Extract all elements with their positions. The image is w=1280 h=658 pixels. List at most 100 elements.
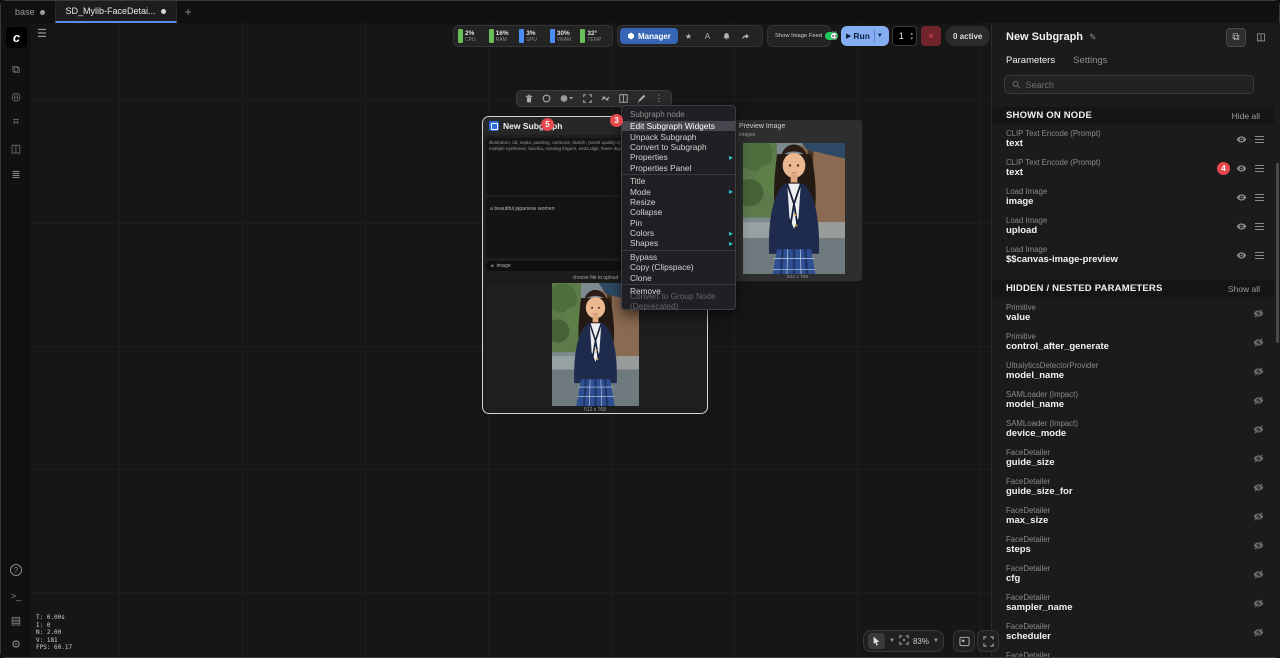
subgraph-view-icon[interactable]: ⧉ [1226,28,1246,47]
bell-icon[interactable] [718,28,735,44]
context-menu-item[interactable]: Clone [622,272,735,282]
zoom-chevron-icon[interactable]: ▼ [933,638,939,644]
parameter-search[interactable] [1004,75,1254,94]
node-library-icon[interactable]: ⌗ [1,111,31,133]
bypass-node-button[interactable] [542,94,551,103]
parameter-row[interactable]: FaceDetailer cfg [992,560,1274,589]
context-menu-item[interactable]: Edit Subgraph Widgets [622,121,735,131]
context-menu-item[interactable]: Bypass [622,252,735,262]
drag-handle[interactable] [1255,223,1264,230]
parameter-row[interactable]: CLIP Text Encode (Prompt) text [992,125,1274,154]
more-options-icon[interactable]: ⋮ [655,93,664,104]
parameter-row[interactable]: FaceDetailer steps [992,531,1274,560]
context-menu-item[interactable]: Copy (Clipspace) [622,262,735,272]
drag-handle[interactable] [1255,165,1264,172]
context-menu-item[interactable]: Mode [622,186,735,196]
star-icon[interactable]: ★ [680,28,697,44]
canvas-menu-icon[interactable]: ☰ [37,27,47,40]
parameter-row[interactable]: Primitive value [992,299,1274,328]
toolbar-drag-handle[interactable] [832,31,838,41]
eye-off-icon[interactable] [1253,540,1264,551]
parameter-row[interactable]: CLIP Text Encode (Prompt) text 4 [992,154,1274,183]
layout-node-button[interactable] [619,94,628,103]
tab-settings[interactable]: Settings [1073,53,1107,68]
eye-off-icon[interactable] [1253,366,1264,377]
fit-view-button[interactable] [899,632,909,650]
eye-icon[interactable] [1236,134,1247,145]
context-menu-item[interactable]: Collapse [622,207,735,217]
context-menu-item[interactable]: Convert to Subgraph [622,142,735,152]
frame-node-button[interactable] [583,94,592,103]
cursor-tool-chevron-icon[interactable]: ▼ [889,638,895,644]
context-menu-item[interactable]: Shapes [622,238,735,248]
eye-off-icon[interactable] [1253,482,1264,493]
context-menu-item[interactable]: Unpack Subgraph [622,131,735,141]
assets-icon[interactable]: ◎ [1,85,31,107]
eye-icon[interactable] [1236,163,1247,174]
context-menu-item[interactable]: Title [622,176,735,186]
workflows-icon[interactable]: ⧉ [1,59,31,81]
terminal-icon[interactable]: >_ [1,585,31,607]
edit-node-button[interactable] [637,94,646,103]
search-input[interactable] [1025,80,1246,90]
parameter-row[interactable]: Load Image upload [992,212,1274,241]
batch-count-steppers[interactable]: ▲▼ [910,31,916,41]
parameter-row[interactable]: SAMLoader (Impact) device_mode [992,415,1274,444]
drag-handle[interactable] [1255,252,1264,259]
eye-icon[interactable] [1236,221,1247,232]
parameter-row[interactable]: SAMLoader (Impact) model_name [992,386,1274,415]
settings-gear-icon[interactable]: ⚙ [1,633,31,655]
node-color-button[interactable] [560,94,574,103]
new-workflow-button[interactable]: + [177,1,200,23]
manager-button[interactable]: Manager [620,28,678,44]
tab-current-workflow[interactable]: SD_Mylib-FaceDetai... [55,1,177,23]
parameter-row[interactable]: FaceDetailer guide_size_for [992,473,1274,502]
eye-off-icon[interactable] [1253,453,1264,464]
interrupt-button[interactable]: × [921,26,941,46]
context-menu-item[interactable]: Properties Panel [622,163,735,173]
convert-node-button[interactable] [601,94,610,103]
font-size-icon[interactable]: A [699,28,716,44]
context-menu-item[interactable]: Properties [622,152,735,162]
share-icon[interactable] [737,28,754,44]
eye-off-icon[interactable] [1253,308,1264,319]
eye-off-icon[interactable] [1253,511,1264,522]
help-icon[interactable]: ? [1,559,31,581]
parameter-row[interactable]: Primitive control_after_generate [992,328,1274,357]
drag-handle[interactable] [1255,136,1264,143]
hide-all-button[interactable]: Hide all [1232,111,1260,121]
eye-off-icon[interactable] [1253,424,1264,435]
run-options-chevron-icon[interactable]: ▼ [877,33,887,39]
tab-base[interactable]: base [5,1,55,23]
eye-icon[interactable] [1236,250,1247,261]
cursor-tool-button[interactable] [868,633,885,649]
show-all-button[interactable]: Show all [1228,284,1260,294]
parameter-row[interactable]: Load Image $$canvas-image-preview [992,241,1274,270]
parameter-row[interactable]: FaceDetailer denoise [992,647,1274,657]
model-library-icon[interactable]: ◫ [1,137,31,159]
parameter-row[interactable]: Load Image image [992,183,1274,212]
context-menu-item[interactable]: Resize [622,197,735,207]
parameter-row[interactable]: FaceDetailer scheduler [992,618,1274,647]
comfyui-logo[interactable]: c [6,27,27,48]
eye-off-icon[interactable] [1253,337,1264,348]
preview-image-node[interactable]: Preview Image images 512 x 768 [732,119,863,282]
eye-off-icon[interactable] [1253,395,1264,406]
parameter-row[interactable]: UltralyticsDetectorProvider model_name [992,357,1274,386]
rename-pencil-icon[interactable]: ✎ [1089,32,1097,43]
tab-parameters[interactable]: Parameters [1006,53,1055,68]
context-menu-item[interactable]: Convert to Group Node (Deprecated) [622,296,735,306]
parameter-row[interactable]: FaceDetailer sampler_name [992,589,1274,618]
parameter-row[interactable]: FaceDetailer max_size [992,502,1274,531]
active-jobs-badge[interactable]: 0 active [945,26,990,46]
prev-arrow-icon[interactable]: ◀ [490,263,493,269]
eye-off-icon[interactable] [1253,656,1264,657]
delete-node-button[interactable] [525,94,533,103]
drag-handle[interactable] [1255,194,1264,201]
panel-layout-icon[interactable]: ◫ [1251,28,1271,47]
logs-icon[interactable]: ▤ [1,609,31,631]
minimap-button[interactable] [953,630,975,652]
queue-icon[interactable]: ≣ [1,163,31,185]
parameter-row[interactable]: FaceDetailer guide_size [992,444,1274,473]
run-button[interactable]: ▶ Run ▼ [841,26,889,46]
